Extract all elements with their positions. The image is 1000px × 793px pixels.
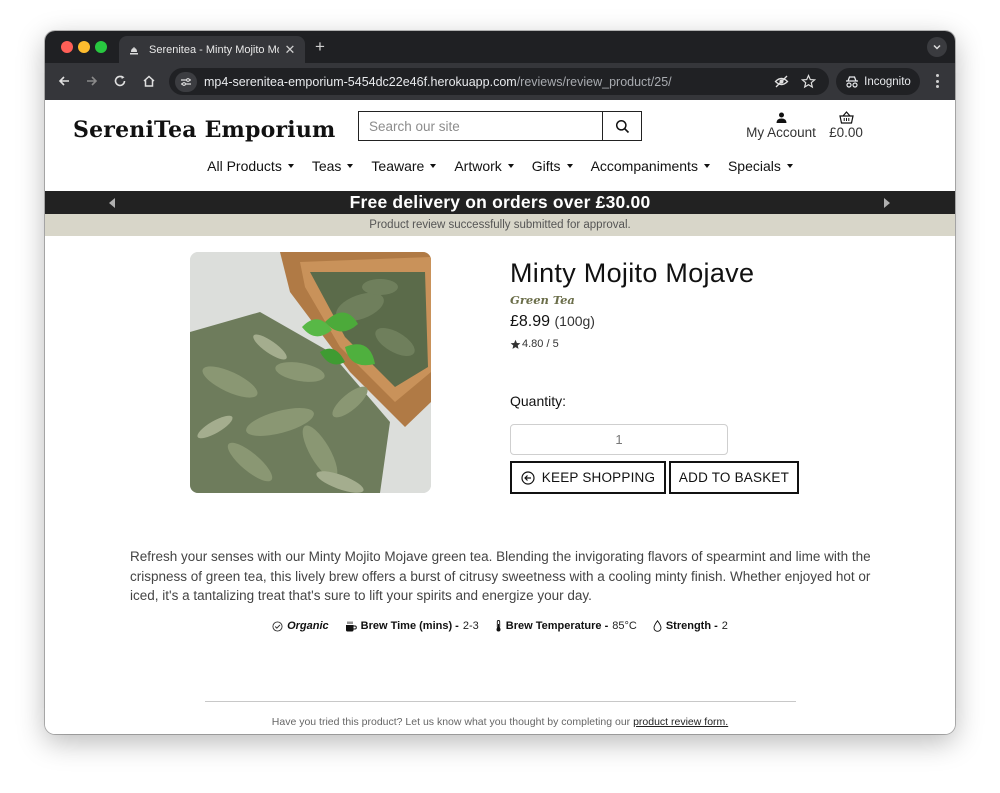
product-attributes: Organic Brew Time (mins) -2-3 Brew Tempe… xyxy=(45,620,955,632)
droplet-icon xyxy=(653,620,662,632)
search-icon xyxy=(615,119,629,133)
thermometer-icon xyxy=(496,620,501,632)
search-input[interactable] xyxy=(359,112,602,140)
back-arrow-icon[interactable] xyxy=(55,72,73,90)
quantity-input[interactable]: 1 xyxy=(510,424,728,455)
home-icon[interactable] xyxy=(140,72,158,90)
incognito-badge[interactable]: Incognito xyxy=(836,68,920,95)
tab-bar: Serenitea - Minty Mojito Moja ✕ + xyxy=(45,31,955,63)
minimize-window-button[interactable] xyxy=(78,41,90,53)
browser-tab-active[interactable]: Serenitea - Minty Mojito Moja ✕ xyxy=(119,36,305,63)
product-category[interactable]: Green Tea xyxy=(510,293,575,307)
caret-down-icon xyxy=(430,164,437,168)
section-divider xyxy=(205,701,796,702)
tab-close-icon[interactable]: ✕ xyxy=(283,42,297,58)
product-price: £8.99 (100g) xyxy=(510,313,595,330)
site-search xyxy=(358,111,642,141)
organic-attribute: Organic xyxy=(272,620,329,632)
close-window-button[interactable] xyxy=(61,41,73,53)
incognito-label: Incognito xyxy=(864,75,911,88)
product-weight: (100g) xyxy=(554,313,595,329)
review-prompt: Have you tried this product? Let us know… xyxy=(271,716,729,728)
success-notice: Product review successfully submitted fo… xyxy=(45,214,955,236)
my-account-link[interactable]: My Account xyxy=(742,109,820,140)
product-rating: 4.80 / 5 xyxy=(510,338,559,350)
basket-icon xyxy=(825,109,867,125)
browser-window: Serenitea - Minty Mojito Moja ✕ + mp4-se… xyxy=(45,31,955,734)
add-to-basket-button[interactable]: ADD TO BASKET xyxy=(669,461,799,494)
mug-hot-icon xyxy=(345,621,357,631)
check-circle-icon xyxy=(272,620,283,632)
my-account-label: My Account xyxy=(746,125,816,140)
browser-toolbar: mp4-serenitea-emporium-5454dc22e46f.hero… xyxy=(45,63,955,100)
nav-gifts[interactable]: Gifts xyxy=(523,158,582,174)
product-image xyxy=(190,252,431,493)
address-bar[interactable]: mp4-serenitea-emporium-5454dc22e46f.hero… xyxy=(169,68,829,95)
incognito-icon xyxy=(846,75,859,88)
basket-link[interactable]: £0.00 xyxy=(825,109,867,140)
product-review-form-link[interactable]: product review form. xyxy=(633,716,728,728)
nav-specials[interactable]: Specials xyxy=(719,158,802,174)
caret-down-icon xyxy=(507,164,514,168)
caret-down-icon xyxy=(347,164,354,168)
caret-down-icon xyxy=(786,164,793,168)
new-tab-plus-icon[interactable]: + xyxy=(315,37,325,57)
arrow-circle-left-icon xyxy=(521,470,535,485)
caret-down-icon xyxy=(566,164,573,168)
nav-all-products[interactable]: All Products xyxy=(198,158,303,174)
user-icon xyxy=(742,109,820,125)
reload-icon[interactable] xyxy=(111,72,129,90)
brew-time-attribute: Brew Time (mins) -2-3 xyxy=(345,620,479,632)
nav-artwork[interactable]: Artwork xyxy=(445,158,522,174)
tab-search-chevron-icon[interactable] xyxy=(927,37,947,57)
keep-shopping-button[interactable]: KEEP SHOPPING xyxy=(510,461,666,494)
product-description: Refresh your senses with our Minty Mojit… xyxy=(130,549,871,603)
forward-arrow-icon[interactable] xyxy=(83,72,101,90)
tab-title: Serenitea - Minty Mojito Moja xyxy=(149,43,279,56)
site-logo[interactable]: SereniTea Emporium xyxy=(73,117,336,143)
carousel-prev-icon[interactable] xyxy=(109,198,115,208)
nav-teaware[interactable]: Teaware xyxy=(362,158,445,174)
url-text: mp4-serenitea-emporium-5454dc22e46f.hero… xyxy=(204,74,672,89)
promo-banner: Free delivery on orders over £30.00 xyxy=(45,191,955,214)
bookmark-star-icon[interactable] xyxy=(800,74,817,94)
basket-total: £0.00 xyxy=(829,125,863,140)
browser-menu-icon[interactable] xyxy=(929,72,945,90)
caret-down-icon xyxy=(287,164,294,168)
promo-text: Free delivery on orders over £30.00 xyxy=(349,192,651,212)
nav-teas[interactable]: Teas xyxy=(303,158,363,174)
product-name: Minty Mojito Mojave xyxy=(510,258,755,288)
quantity-label: Quantity: xyxy=(510,393,567,409)
nav-accompaniments[interactable]: Accompaniments xyxy=(582,158,719,174)
main-navigation: All Products Teas Teaware Artwork Gifts … xyxy=(45,158,955,174)
brew-temperature-attribute: Brew Temperature -85°C xyxy=(495,620,637,632)
star-icon xyxy=(510,339,521,349)
caret-down-icon xyxy=(703,164,710,168)
search-button[interactable] xyxy=(602,112,641,140)
teapot-favicon-icon xyxy=(127,43,141,57)
site-info-tune-icon[interactable] xyxy=(175,71,197,92)
web-page: SereniTea Emporium My Account £0.00 All … xyxy=(45,100,955,734)
carousel-next-icon[interactable] xyxy=(884,198,890,208)
strength-attribute: Strength -2 xyxy=(653,620,728,632)
eye-slash-icon[interactable] xyxy=(774,74,789,94)
maximize-window-button[interactable] xyxy=(95,41,107,53)
